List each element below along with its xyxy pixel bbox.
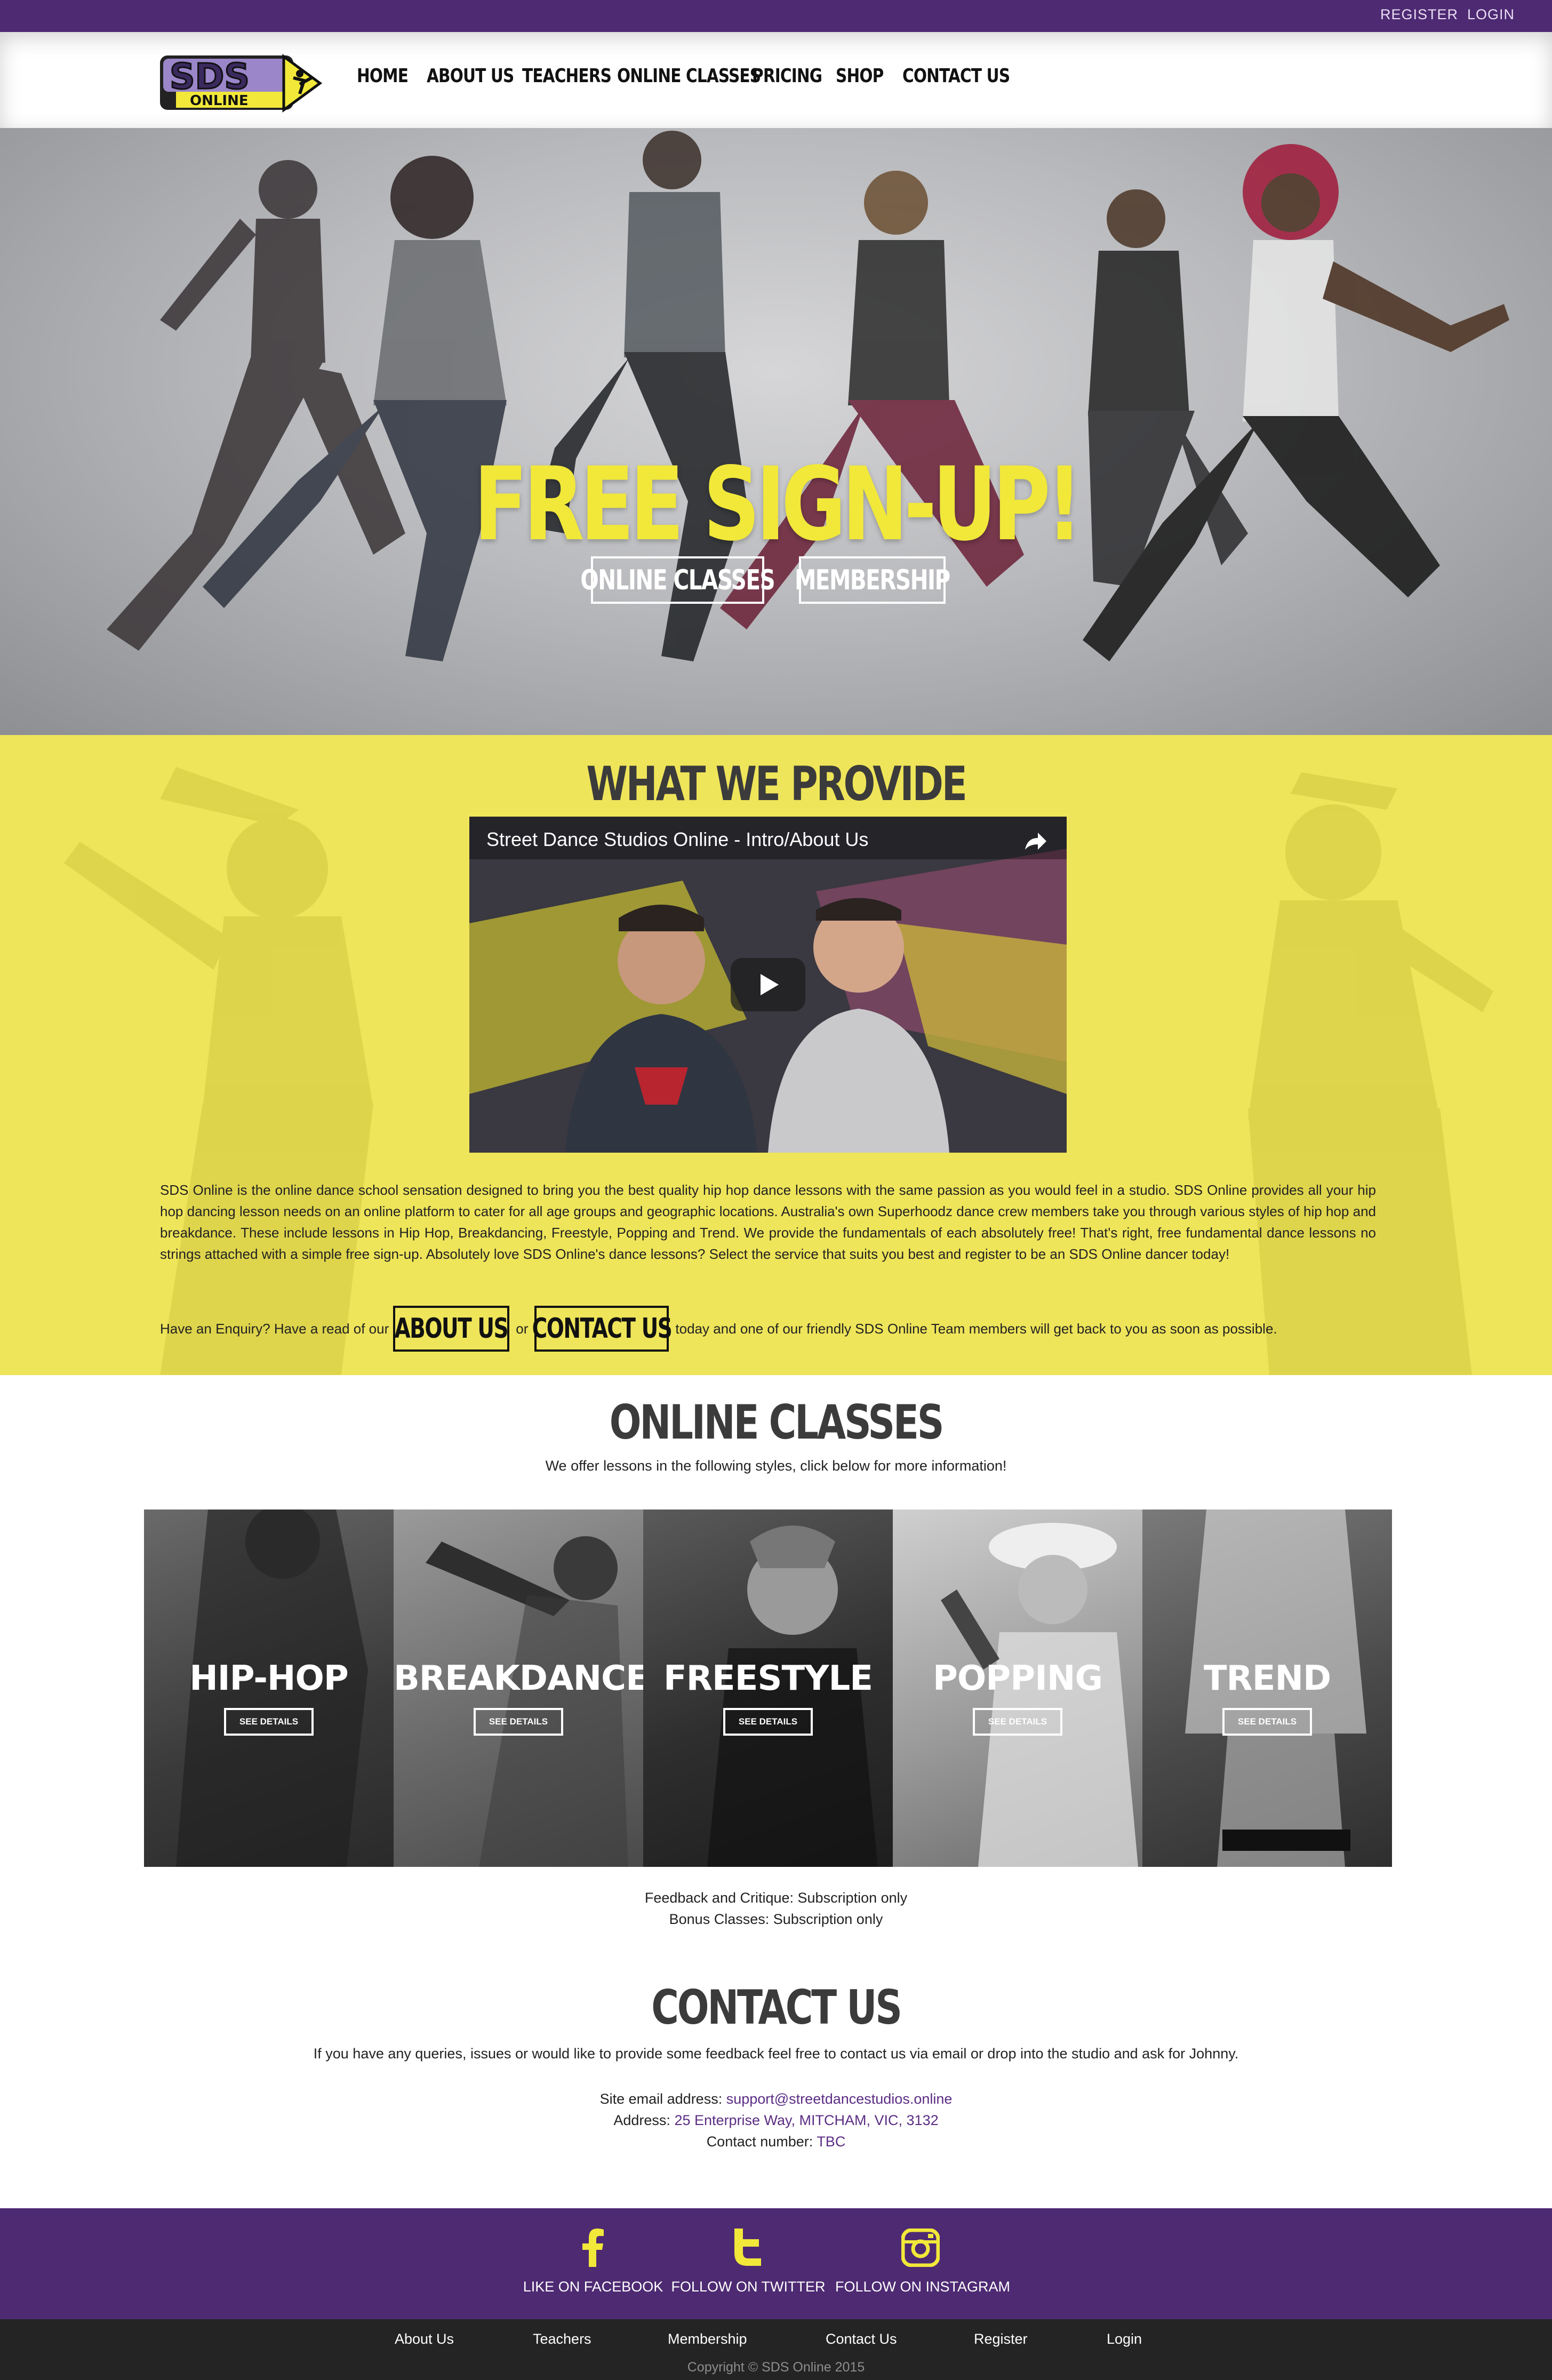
facebook-icon <box>582 2229 604 2267</box>
nav-contact-us[interactable]: CONTACT US <box>902 65 1010 87</box>
bottom-footer: About Us Teachers Membership Contact Us … <box>0 2319 1552 2380</box>
enquiry-about-us-label: ABOUT US <box>394 1313 509 1345</box>
online-classes-title: ONLINE CLASSES <box>609 1395 945 1450</box>
svg-text:ONLINE: ONLINE <box>190 93 249 109</box>
sds-online-logo[interactable]: SDS ONLINE <box>160 51 326 114</box>
nav-teachers[interactable]: TEACHERS <box>522 65 612 87</box>
enquiry-or: or <box>516 1320 529 1337</box>
contact-intro: If you have any queries, issues or would… <box>313 2046 1239 2062</box>
video-title: Street Dance Studios Online - Intro/Abou… <box>486 828 869 850</box>
address-link[interactable]: 25 Enterprise Way, MITCHAM, VIC, 3132 <box>674 2112 938 2128</box>
enquiry-line: Have an Enquiry? Have a read of our ABOU… <box>160 1306 1440 1352</box>
style-name: BREAKDANCE <box>394 1659 643 1698</box>
footer-login[interactable]: Login <box>1107 2331 1142 2347</box>
email-link[interactable]: support@streetdancestudios.online <box>726 2091 953 2107</box>
facebook-link[interactable]: LIKE ON FACEBOOK <box>508 2208 678 2319</box>
contact-details: Site email address: support@streetdances… <box>0 2088 1552 2152</box>
what-we-provide-section: WHAT WE PROVIDE Street Dance Studios Onl… <box>0 735 1552 1375</box>
enquiry-contact-us-label: CONTACT US <box>532 1313 673 1345</box>
footer-about-us[interactable]: About Us <box>395 2331 454 2347</box>
feedback-line: Feedback and Critique: Subscription only <box>644 1890 908 1906</box>
instagram-link[interactable]: FOLLOW ON INSTAGRAM <box>835 2208 1011 2319</box>
online-classes-subtitle: We offer lessons in the following styles… <box>545 1458 1007 1474</box>
facebook-label: LIKE ON FACEBOOK <box>523 2279 663 2295</box>
login-link[interactable]: LOGIN <box>1467 6 1515 23</box>
style-name: HIP-HOP <box>189 1659 349 1698</box>
instagram-icon <box>901 2229 940 2267</box>
register-link[interactable]: REGISTER <box>1380 6 1458 23</box>
twitter-icon <box>734 2229 761 2266</box>
copyright: Copyright © SDS Online 2015 <box>687 2360 865 2375</box>
address-label: Address: <box>613 2112 670 2128</box>
nav-home[interactable]: HOME <box>357 65 409 87</box>
nav-online-classes[interactable]: ONLINE CLASSES <box>617 65 761 87</box>
social-footer: LIKE ON FACEBOOK FOLLOW ON TWITTER FOLLO… <box>0 2208 1552 2319</box>
style-name: POPPING <box>932 1659 1103 1698</box>
hero-online-classes-label: ONLINE CLASSES <box>580 564 775 596</box>
style-tile-breakdance[interactable]: BREAKDANCE SEE DETAILS <box>394 1510 643 1867</box>
dance-styles-grid: HIP-HOP SEE DETAILS BREAKDANCE SEE DETAI… <box>144 1510 1392 1867</box>
footer-register[interactable]: Register <box>974 2331 1028 2347</box>
bonus-line: Bonus Classes: Subscription only <box>669 1911 883 1927</box>
see-details-button[interactable]: SEE DETAILS <box>723 1708 813 1736</box>
footer-contact-us[interactable]: Contact Us <box>826 2331 897 2347</box>
enquiry-suffix: today and one of our friendly SDS Online… <box>675 1320 1277 1337</box>
hero-membership-label: MEMBERSHIP <box>795 564 950 596</box>
phone-label: Contact number: <box>706 2134 813 2150</box>
hero-membership-button[interactable]: MEMBERSHIP <box>795 556 950 604</box>
enquiry-about-us-button[interactable]: ABOUT US <box>393 1306 510 1352</box>
top-bar: REGISTER LOGIN <box>0 0 1552 32</box>
see-details-button[interactable]: SEE DETAILS <box>224 1708 314 1736</box>
enquiry-prefix: Have an Enquiry? Have a read of our <box>160 1320 389 1337</box>
twitter-link[interactable]: FOLLOW ON TWITTER <box>663 2208 834 2319</box>
footer-membership[interactable]: Membership <box>668 2331 747 2347</box>
style-name: FREESTYLE <box>663 1659 873 1698</box>
footer-teachers[interactable]: Teachers <box>533 2331 591 2347</box>
subscription-notes: Feedback and Critique: Subscription only… <box>0 1887 1552 1930</box>
provide-description: SDS Online is the online dance school se… <box>160 1182 1376 1262</box>
share-icon[interactable] <box>1024 830 1047 852</box>
nav-shop[interactable]: SHOP <box>836 65 884 87</box>
see-details-button[interactable]: SEE DETAILS <box>1222 1708 1312 1736</box>
hero-title: FREE SIGN-UP! <box>474 445 1082 563</box>
instagram-label: FOLLOW ON INSTAGRAM <box>835 2279 1011 2295</box>
style-tile-hip-hop[interactable]: HIP-HOP SEE DETAILS <box>144 1510 394 1867</box>
nav-pricing[interactable]: PRICING <box>752 65 822 87</box>
see-details-button[interactable]: SEE DETAILS <box>474 1708 563 1736</box>
phone-value[interactable]: TBC <box>817 2134 845 2150</box>
enquiry-contact-us-button[interactable]: CONTACT US <box>532 1306 673 1352</box>
style-tile-popping[interactable]: POPPING SEE DETAILS <box>893 1510 1142 1867</box>
hero-dancers-image <box>107 131 1509 661</box>
play-button-icon[interactable] <box>731 958 805 1011</box>
twitter-label: FOLLOW ON TWITTER <box>671 2279 826 2295</box>
intro-video-player[interactable]: Street Dance Studios Online - Intro/Abou… <box>469 817 1067 1153</box>
svg-text:SDS: SDS <box>170 56 250 97</box>
nav-about-us[interactable]: ABOUT US <box>427 65 514 87</box>
what-we-provide-title: WHAT WE PROVIDE <box>586 756 967 811</box>
email-label: Site email address: <box>599 2091 723 2107</box>
style-name: TREND <box>1203 1659 1331 1698</box>
hero-online-classes-button[interactable]: ONLINE CLASSES <box>581 556 775 604</box>
style-tile-trend[interactable]: TREND SEE DETAILS <box>1142 1510 1392 1867</box>
style-tile-freestyle[interactable]: FREESTYLE SEE DETAILS <box>643 1510 893 1867</box>
contact-us-title: CONTACT US <box>651 1980 902 2035</box>
hero-banner: FREE SIGN-UP! ONLINE CLASSES MEMBERSHIP <box>0 128 1552 735</box>
see-details-button[interactable]: SEE DETAILS <box>973 1708 1062 1736</box>
